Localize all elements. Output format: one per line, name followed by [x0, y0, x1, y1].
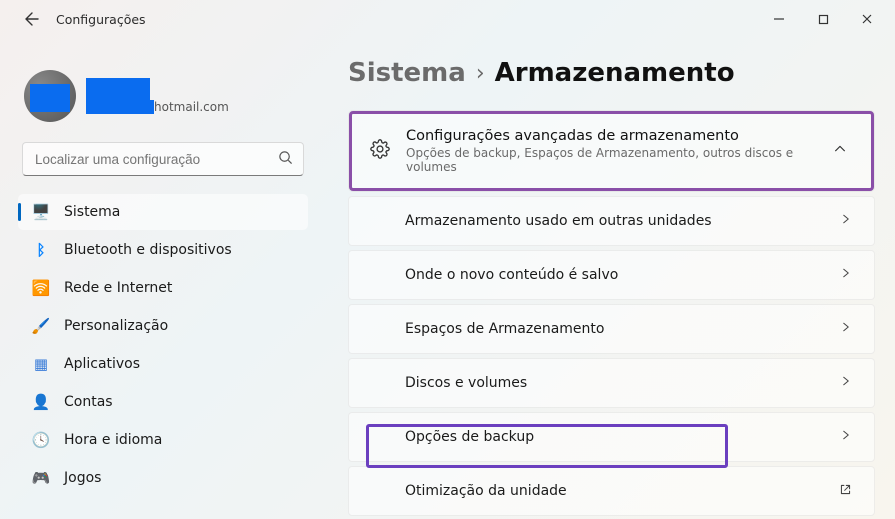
sidebar-item-label: Contas [64, 394, 113, 410]
search-icon [278, 150, 293, 169]
app-title: Configurações [56, 12, 146, 27]
breadcrumb-current: Armazenamento [495, 58, 735, 88]
row-label: Opções de backup [405, 429, 534, 445]
main-content: Sistema › Armazenamento Configurações av… [320, 38, 895, 519]
sidebar-item-label: Bluetooth e dispositivos [64, 242, 232, 258]
maximize-icon [818, 14, 829, 25]
advanced-storage-header[interactable]: Configurações avançadas de armazenamento… [349, 111, 874, 191]
sidebar-item-label: Hora e idioma [64, 432, 162, 448]
sidebar-item-rede[interactable]: 🛜 Rede e Internet [18, 270, 308, 306]
system-icon: 🖥️ [32, 203, 50, 221]
chevron-right-icon: › [476, 61, 485, 86]
search-box[interactable] [22, 142, 304, 176]
chevron-right-icon [840, 321, 852, 337]
time-language-icon: 🕓 [32, 431, 50, 449]
row-label: Armazenamento usado em outras unidades [405, 213, 712, 229]
external-link-icon [839, 483, 852, 500]
row-label: Discos e volumes [405, 375, 527, 391]
advanced-storage-panel: Configurações avançadas de armazenamento… [348, 110, 875, 192]
search-input[interactable] [35, 152, 265, 167]
close-button[interactable] [845, 4, 889, 34]
row-disks-volumes[interactable]: Discos e volumes [348, 358, 875, 408]
breadcrumb: Sistema › Armazenamento [348, 58, 875, 88]
profile-email: hotmail.com [86, 100, 229, 115]
sidebar-item-jogos[interactable]: 🎮 Jogos [18, 460, 308, 496]
chevron-up-icon [833, 142, 853, 160]
advanced-storage-title: Configurações avançadas de armazenamento [406, 128, 817, 144]
sidebar-item-label: Aplicativos [64, 356, 140, 372]
sidebar-item-personalizacao[interactable]: 🖌️ Personalização [18, 308, 308, 344]
sidebar-item-label: Jogos [64, 470, 101, 486]
advanced-storage-subtitle: Opções de backup, Espaços de Armazenamen… [406, 146, 817, 174]
gaming-icon: 🎮 [32, 469, 50, 487]
sidebar-item-label: Rede e Internet [64, 280, 172, 296]
back-button[interactable] [20, 7, 44, 31]
avatar [24, 70, 76, 122]
row-backup-options[interactable]: Opções de backup [348, 412, 875, 462]
sidebar-item-aplicativos[interactable]: ▦ Aplicativos [18, 346, 308, 382]
bluetooth-icon: ᛒ [32, 241, 50, 259]
chevron-right-icon [840, 429, 852, 445]
gear-icon [370, 139, 390, 163]
network-icon: 🛜 [32, 279, 50, 297]
profile-block[interactable]: hotmail.com [24, 70, 308, 122]
nav-list: 🖥️ Sistema ᛒ Bluetooth e dispositivos 🛜 … [18, 194, 308, 496]
minimize-button[interactable] [757, 4, 801, 34]
sidebar-item-contas[interactable]: 👤 Contas [18, 384, 308, 420]
sidebar: hotmail.com 🖥️ Sistema ᛒ Bluetooth e dis… [0, 38, 320, 519]
close-icon [861, 13, 873, 25]
personalization-icon: 🖌️ [32, 317, 50, 335]
sidebar-item-bluetooth[interactable]: ᛒ Bluetooth e dispositivos [18, 232, 308, 268]
row-label: Otimização da unidade [405, 483, 567, 499]
apps-icon: ▦ [32, 355, 50, 373]
sidebar-item-sistema[interactable]: 🖥️ Sistema [18, 194, 308, 230]
window-controls [757, 4, 889, 34]
maximize-button[interactable] [801, 4, 845, 34]
sidebar-item-hora-idioma[interactable]: 🕓 Hora e idioma [18, 422, 308, 458]
arrow-left-icon [24, 11, 40, 27]
row-other-drives[interactable]: Armazenamento usado em outras unidades [348, 196, 875, 246]
row-drive-optimization[interactable]: Otimização da unidade [348, 466, 875, 516]
titlebar: Configurações [0, 0, 895, 38]
accounts-icon: 👤 [32, 393, 50, 411]
breadcrumb-parent[interactable]: Sistema [348, 58, 466, 88]
minimize-icon [773, 13, 785, 25]
chevron-right-icon [840, 375, 852, 391]
chevron-right-icon [840, 213, 852, 229]
sidebar-item-label: Personalização [64, 318, 168, 334]
row-label: Onde o novo conteúdo é salvo [405, 267, 618, 283]
row-storage-spaces[interactable]: Espaços de Armazenamento [348, 304, 875, 354]
row-label: Espaços de Armazenamento [405, 321, 604, 337]
sidebar-item-label: Sistema [64, 204, 120, 220]
chevron-right-icon [840, 267, 852, 283]
row-new-content-save[interactable]: Onde o novo conteúdo é salvo [348, 250, 875, 300]
